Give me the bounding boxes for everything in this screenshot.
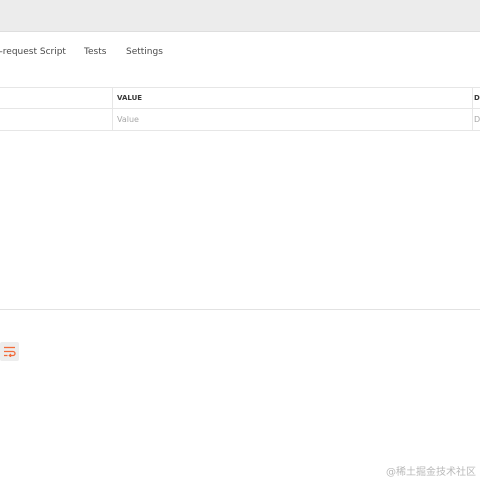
header-value: VALUE	[112, 88, 472, 109]
header-key	[0, 88, 112, 109]
tab-settings[interactable]: Settings	[126, 45, 163, 59]
key-input[interactable]	[0, 109, 112, 130]
tab-tests[interactable]: Tests	[84, 45, 106, 59]
description-input[interactable]: D	[472, 109, 480, 130]
text-wrap-button[interactable]	[0, 342, 19, 361]
response-divider	[0, 309, 480, 310]
request-tabs: e-request Script Tests Settings	[0, 45, 480, 59]
request-url-bar	[0, 0, 480, 32]
value-input[interactable]: Value	[112, 109, 472, 130]
table-row: Value D	[0, 109, 480, 131]
params-table: VALUE D Value D	[0, 87, 480, 131]
table-header-row: VALUE D	[0, 87, 480, 109]
tab-pre-request-script[interactable]: e-request Script	[0, 45, 66, 59]
watermark: @稀土掘金技术社区	[386, 467, 476, 478]
text-wrap-icon	[4, 346, 16, 357]
header-description: D	[472, 88, 480, 109]
